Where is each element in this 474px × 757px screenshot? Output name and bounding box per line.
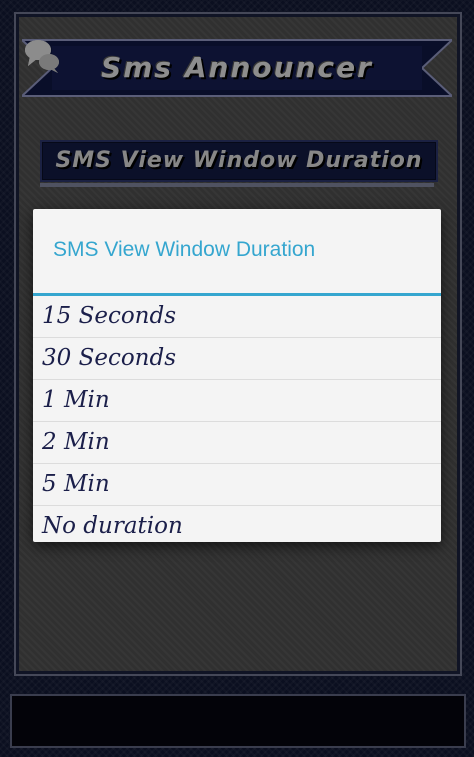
option-30-seconds[interactable]: 30 Seconds: [33, 338, 441, 380]
option-2-min[interactable]: 2 Min: [33, 422, 441, 464]
option-1-min[interactable]: 1 Min: [33, 380, 441, 422]
option-15-seconds[interactable]: 15 Seconds: [33, 296, 441, 338]
option-5-min[interactable]: 5 Min: [33, 464, 441, 506]
duration-dialog: SMS View Window Duration 15 Seconds 30 S…: [33, 209, 441, 542]
dialog-title: SMS View Window Duration: [53, 238, 316, 261]
duration-options-list: 15 Seconds 30 Seconds 1 Min 2 Min 5 Min …: [33, 296, 441, 542]
option-no-duration[interactable]: No duration: [33, 506, 441, 542]
